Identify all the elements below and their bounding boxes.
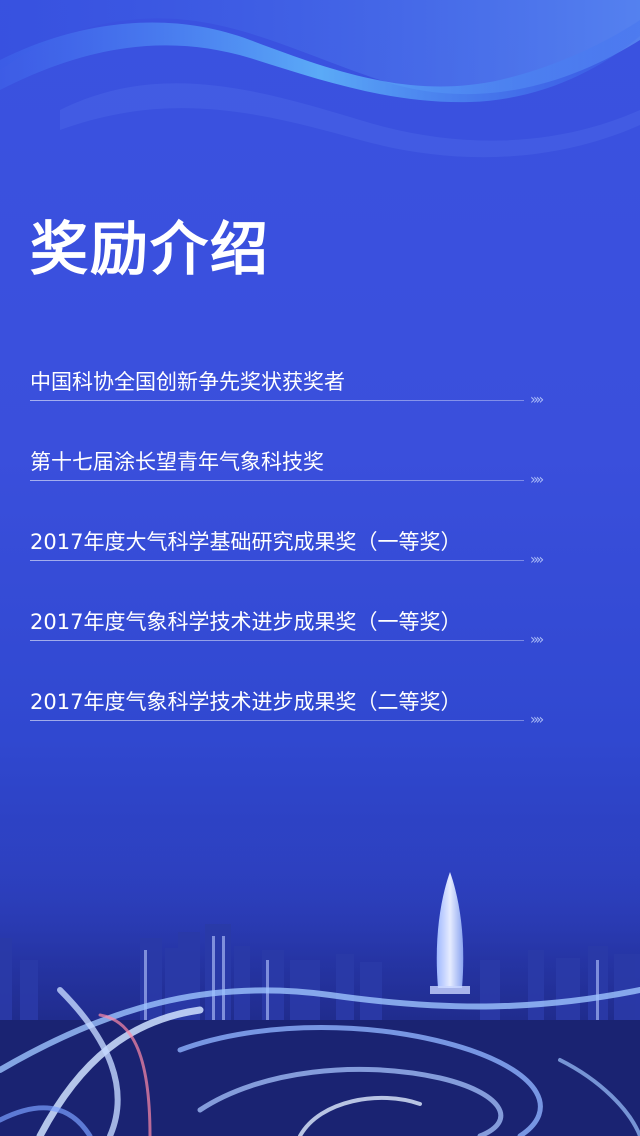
chevron-right-icon[interactable]: »»	[530, 392, 544, 408]
chevron-right-icon[interactable]: »»	[530, 712, 544, 728]
award-item[interactable]: 第十七届涂长望青年气象科技奖 »»	[30, 436, 556, 516]
award-divider	[30, 560, 524, 561]
chevron-right-icon[interactable]: »»	[530, 632, 544, 648]
award-divider	[30, 720, 524, 721]
award-item[interactable]: 2017年度气象科学技术进步成果奖（二等奖） »»	[30, 676, 556, 756]
award-divider	[30, 480, 524, 481]
page: 奖励介绍 中国科协全国创新争先奖状获奖者 »» 第十七届涂长望青年气象科技奖 »…	[0, 0, 640, 1136]
award-label[interactable]: 2017年度气象科学技术进步成果奖（一等奖）	[30, 606, 461, 636]
page-title: 奖励介绍	[30, 215, 271, 283]
award-list: 中国科协全国创新争先奖状获奖者 »» 第十七届涂长望青年气象科技奖 »» 201…	[30, 356, 556, 756]
chevron-right-icon[interactable]: »»	[530, 472, 544, 488]
city-skyline-image	[0, 820, 640, 1136]
award-item[interactable]: 2017年度大气科学基础研究成果奖（一等奖） »»	[30, 516, 556, 596]
decorative-wave	[0, 0, 640, 158]
award-label[interactable]: 中国科协全国创新争先奖状获奖者	[30, 366, 345, 396]
award-divider	[30, 400, 524, 401]
award-divider	[30, 640, 524, 641]
award-label[interactable]: 2017年度大气科学基础研究成果奖（一等奖）	[30, 526, 461, 556]
award-item[interactable]: 2017年度气象科学技术进步成果奖（一等奖） »»	[30, 596, 556, 676]
chevron-right-icon[interactable]: »»	[530, 552, 544, 568]
award-item[interactable]: 中国科协全国创新争先奖状获奖者 »»	[30, 356, 556, 436]
award-label[interactable]: 第十七届涂长望青年气象科技奖	[30, 446, 324, 476]
award-label[interactable]: 2017年度气象科学技术进步成果奖（二等奖）	[30, 686, 461, 716]
